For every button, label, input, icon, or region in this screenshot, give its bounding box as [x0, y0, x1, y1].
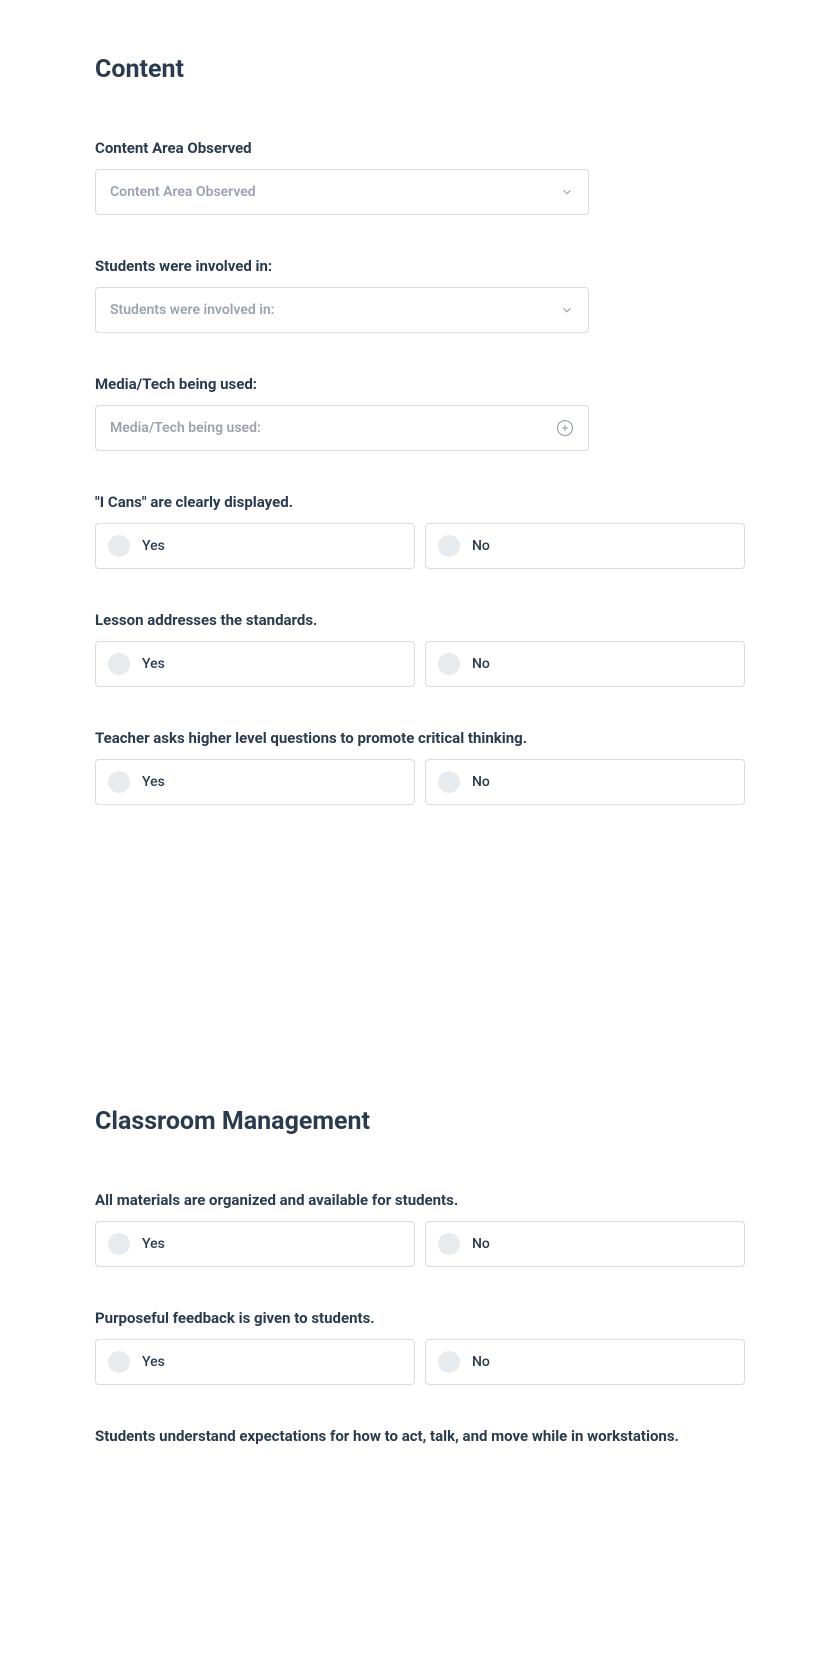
radio-label: No — [472, 1236, 490, 1252]
section-title-content: Content — [95, 55, 745, 84]
radio-label: No — [472, 774, 490, 790]
dropdown-placeholder: Content Area Observed — [110, 184, 256, 200]
radio-materials-yes[interactable]: Yes — [95, 1221, 415, 1267]
field-i-cans: "I Cans" are clearly displayed. Yes No — [95, 493, 745, 569]
radio-circle — [108, 771, 130, 793]
label-media-tech: Media/Tech being used: — [95, 375, 745, 393]
radio-label: Yes — [142, 1354, 165, 1370]
radio-label: Yes — [142, 656, 165, 672]
section-title-classroom: Classroom Management — [95, 1107, 745, 1136]
radio-circle — [438, 771, 460, 793]
label-materials-organized: All materials are organized and availabl… — [95, 1191, 745, 1209]
field-higher-questions: Teacher asks higher level questions to p… — [95, 729, 745, 805]
radio-circle — [438, 1233, 460, 1255]
radio-feedback-no[interactable]: No — [425, 1339, 745, 1385]
dropdown-placeholder: Media/Tech being used: — [110, 420, 261, 436]
field-materials-organized: All materials are organized and availabl… — [95, 1191, 745, 1267]
label-i-cans: "I Cans" are clearly displayed. — [95, 493, 745, 511]
field-media-tech: Media/Tech being used: Media/Tech being … — [95, 375, 745, 451]
radio-circle — [108, 1351, 130, 1373]
radio-higher-questions-no[interactable]: No — [425, 759, 745, 805]
radio-circle — [108, 653, 130, 675]
radio-higher-questions-yes[interactable]: Yes — [95, 759, 415, 805]
radio-label: Yes — [142, 538, 165, 554]
radio-circle — [108, 1233, 130, 1255]
radio-label: No — [472, 538, 490, 554]
field-purposeful-feedback: Purposeful feedback is given to students… — [95, 1309, 745, 1385]
field-lesson-standards: Lesson addresses the standards. Yes No — [95, 611, 745, 687]
dropdown-content-area[interactable]: Content Area Observed — [95, 169, 589, 215]
radio-materials-no[interactable]: No — [425, 1221, 745, 1267]
label-higher-questions: Teacher asks higher level questions to p… — [95, 729, 745, 747]
radio-label: Yes — [142, 1236, 165, 1252]
dropdown-students-involved[interactable]: Students were involved in: — [95, 287, 589, 333]
radio-label: Yes — [142, 774, 165, 790]
chevron-down-icon — [560, 185, 574, 199]
radio-feedback-yes[interactable]: Yes — [95, 1339, 415, 1385]
radio-lesson-standards-yes[interactable]: Yes — [95, 641, 415, 687]
radio-circle — [438, 535, 460, 557]
radio-i-cans-no[interactable]: No — [425, 523, 745, 569]
radio-i-cans-yes[interactable]: Yes — [95, 523, 415, 569]
label-content-area: Content Area Observed — [95, 139, 745, 157]
label-students-involved: Students were involved in: — [95, 257, 745, 275]
label-purposeful-feedback: Purposeful feedback is given to students… — [95, 1309, 745, 1327]
dropdown-placeholder: Students were involved in: — [110, 302, 275, 318]
field-expectations: Students understand expectations for how… — [95, 1427, 745, 1445]
radio-label: No — [472, 656, 490, 672]
field-content-area: Content Area Observed Content Area Obser… — [95, 139, 745, 215]
radio-lesson-standards-no[interactable]: No — [425, 641, 745, 687]
plus-circle-icon — [556, 419, 574, 437]
radio-label: No — [472, 1354, 490, 1370]
dropdown-media-tech[interactable]: Media/Tech being used: — [95, 405, 589, 451]
field-students-involved: Students were involved in: Students were… — [95, 257, 745, 333]
radio-circle — [438, 1351, 460, 1373]
chevron-down-icon — [560, 303, 574, 317]
label-expectations: Students understand expectations for how… — [95, 1427, 745, 1445]
radio-circle — [438, 653, 460, 675]
radio-circle — [108, 535, 130, 557]
label-lesson-standards: Lesson addresses the standards. — [95, 611, 745, 629]
